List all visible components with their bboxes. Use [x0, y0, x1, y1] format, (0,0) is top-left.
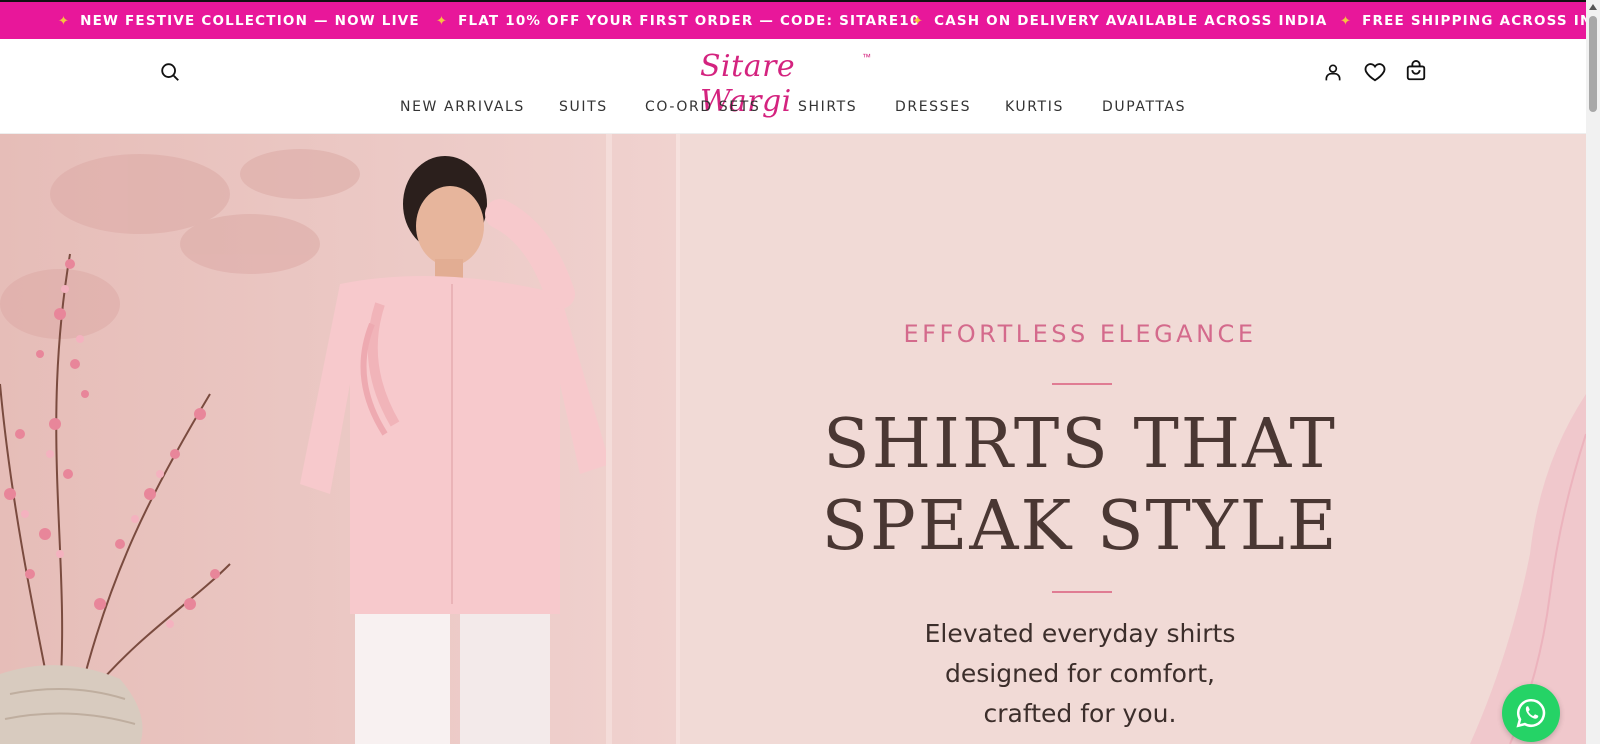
nav-dupattas[interactable]: DUPATTAS — [1102, 99, 1186, 115]
nav-shirts[interactable]: SHIRTS — [798, 99, 857, 115]
brand-logo[interactable]: Sitare Wargi ™ — [700, 49, 880, 119]
door-panel-line — [606, 134, 612, 744]
search-icon[interactable] — [157, 59, 183, 85]
cart-icon[interactable] — [1403, 58, 1429, 84]
nav-new-arrivals[interactable]: NEW ARRIVALS — [400, 99, 525, 115]
star-icon: ✦ — [912, 14, 925, 29]
announcement-bar: ✦ NEW FESTIVE COLLECTION — NOW LIVE ✦ FLAT… — [0, 0, 1586, 39]
site-header: Sitare Wargi ™ NEW ARRIVALS SUITS CO-ORD… — [0, 39, 1586, 134]
account-icon[interactable] — [1320, 59, 1346, 85]
nav-suits[interactable]: SUITS — [559, 99, 608, 115]
hero-image — [0, 134, 680, 744]
star-icon: ✦ — [436, 14, 449, 29]
announcement-item: ✦ NEW FESTIVE COLLECTION — NOW LIVE — [58, 13, 420, 29]
nav-dresses[interactable]: DRESSES — [895, 99, 971, 115]
whatsapp-icon — [1516, 698, 1546, 728]
main-nav: NEW ARRIVALS SUITS CO-ORD SETS SHIRTS DR… — [0, 99, 1586, 121]
hero-headline: SHIRTS THAT SPEAK STYLE — [821, 405, 1339, 566]
announcement-item: ✦FREE SHIPPING ACROSS INDIA — [1340, 13, 1586, 29]
page-scrollbar[interactable] — [1586, 0, 1600, 744]
scroll-up-arrow-icon[interactable] — [1589, 4, 1597, 10]
announcement-item: ✦ CASH ON DELIVERY AVAILABLE ACROSS INDIA — [912, 13, 1328, 29]
wishlist-icon[interactable] — [1362, 59, 1388, 85]
hero-banner[interactable]: EFFORTLESS ELEGANCE SHIRTS THAT SPEAK ST… — [0, 134, 1586, 744]
star-icon: ✦ — [58, 14, 71, 29]
nav-co-ord-sets[interactable]: CO-ORD SETS — [645, 99, 760, 115]
trademark-symbol: ™ — [862, 52, 871, 62]
hero-subtext: Elevated everyday shirts designed for co… — [924, 619, 1236, 728]
scroll-thumb[interactable] — [1589, 16, 1597, 112]
hero-eyebrow: EFFORTLESS ELEGANCE — [903, 320, 1257, 348]
star-icon: ✦ — [1340, 14, 1353, 29]
model-illustration — [0, 134, 680, 744]
divider — [1052, 591, 1112, 593]
whatsapp-chat-button[interactable] — [1502, 684, 1560, 742]
announcement-item: ✦ FLAT 10% OFF YOUR FIRST ORDER — CODE: S… — [436, 13, 921, 29]
nav-kurtis[interactable]: KURTIS — [1005, 99, 1064, 115]
divider — [1052, 383, 1112, 385]
